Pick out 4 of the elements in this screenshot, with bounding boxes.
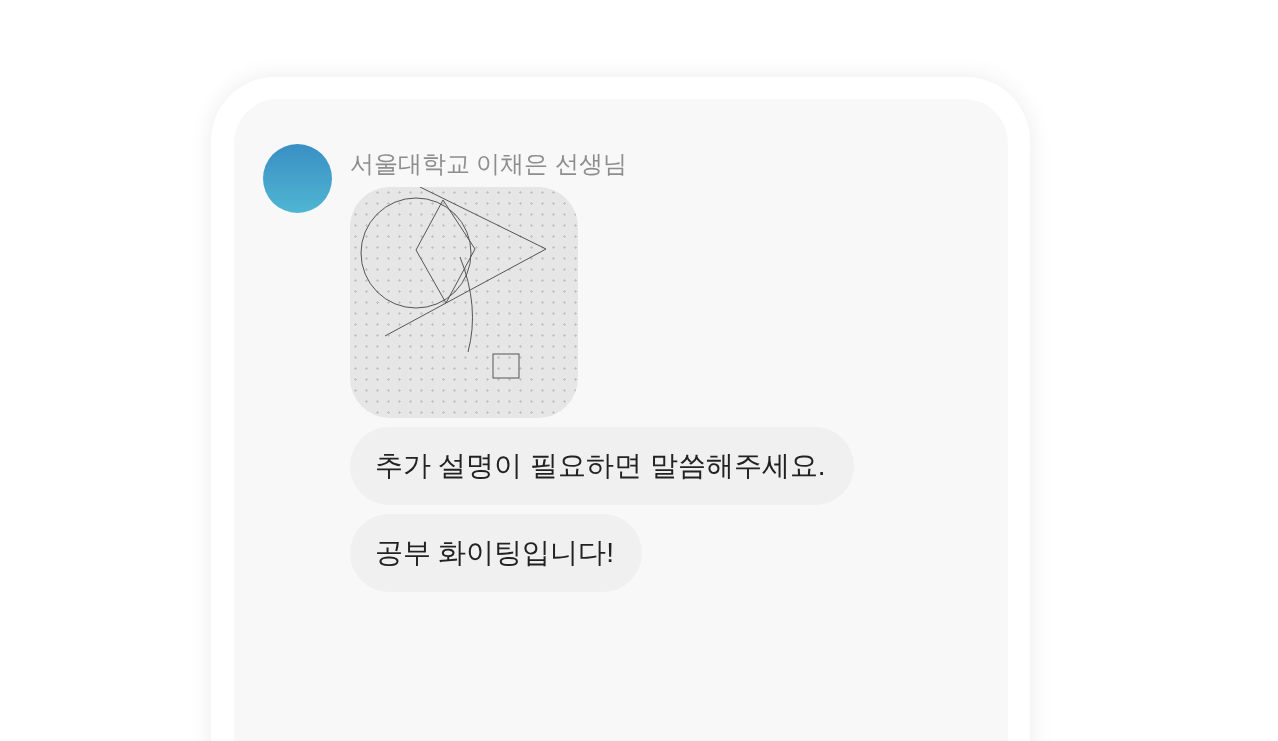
sender-name: 서울대학교 이채은 선생님 [349,152,627,176]
message-bubble: 공부 화이팅입니다! [349,514,643,592]
photo-placeholder[interactable] [349,187,578,418]
message-bubble: 추가 설명이 필요하면 말씀해주세요. [349,427,854,505]
